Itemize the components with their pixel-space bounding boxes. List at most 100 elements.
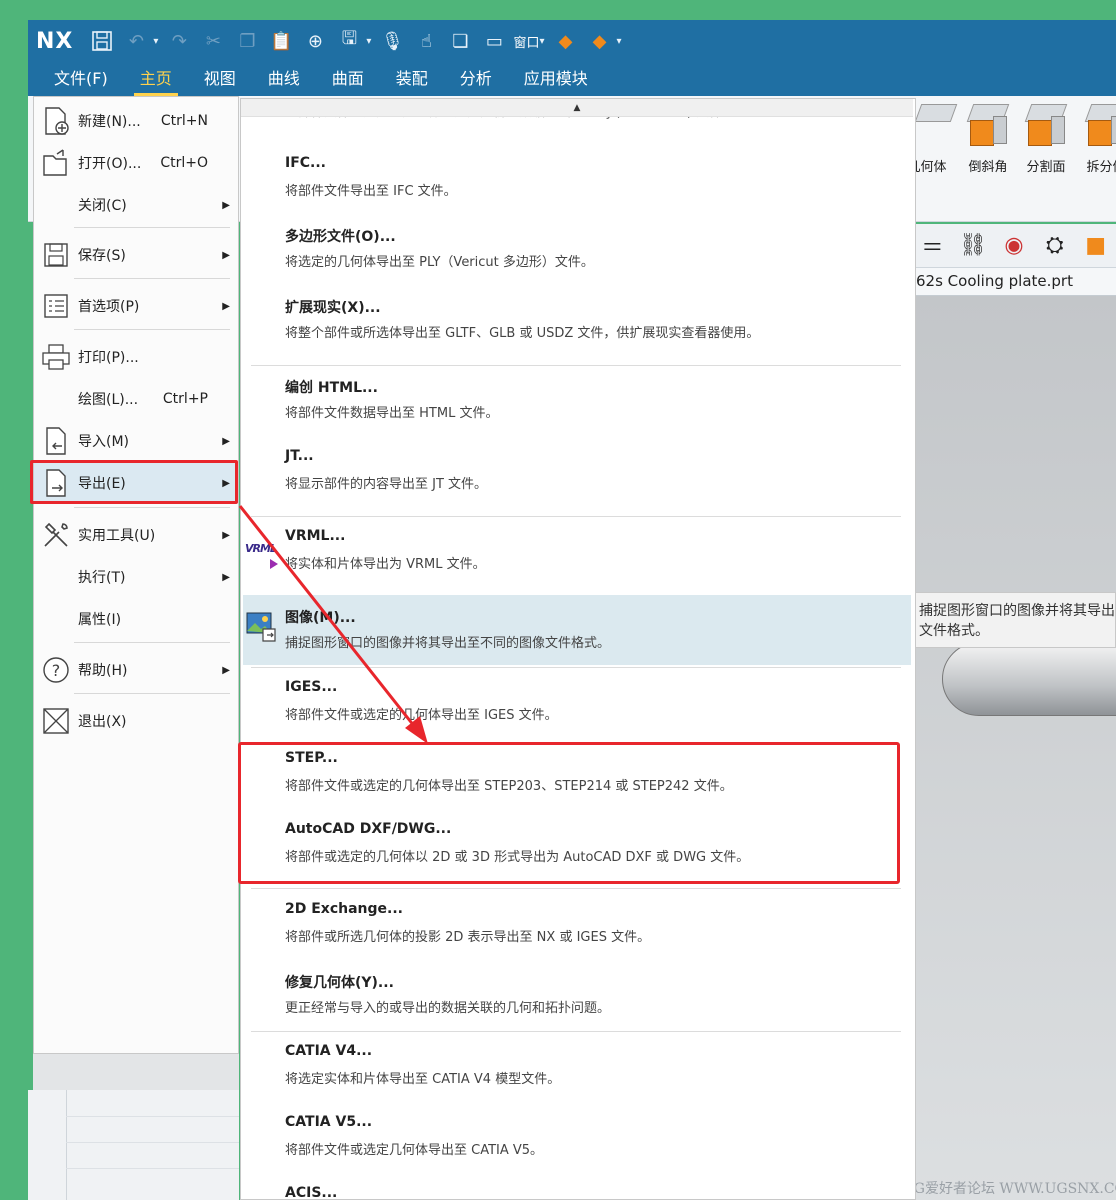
ribbon-tabs: 文件(F) 主页 视图 曲线 曲面 装配 分析 应用模块 [28, 62, 1116, 96]
tab-view[interactable]: 视图 [188, 65, 252, 96]
import-icon [38, 423, 74, 459]
part-icon[interactable]: ◆ [586, 28, 612, 54]
part-close-icon[interactable]: ◆ [552, 28, 578, 54]
menu-item-label: 打印(P)... [78, 350, 139, 366]
ribbon-geometry-button[interactable]: 几何体 [908, 104, 964, 175]
export-item-desc: 将选定的几何体导出至 PLY（Vericut 多边形）文件。 [285, 255, 594, 270]
tab-curve[interactable]: 曲线 [252, 65, 316, 96]
export-item-repair-geometry[interactable]: 修复几何体(Y)... 更正经常与导入的或导出的数据关联的几何和拓扑问题。 [241, 960, 915, 1030]
file-menu-footer [33, 1053, 239, 1090]
export-item-xr[interactable]: 扩展现实(X)... 将整个部件或所选体导出至 GLTF、GLB 或 USDZ … [241, 285, 915, 355]
touch-mode-icon[interactable]: ☝ [413, 28, 439, 54]
chain-icon[interactable]: ⛓ [959, 230, 988, 262]
graphics-window[interactable] [912, 296, 1116, 1200]
tooltip: 捕捉图形窗口的图像并将其导出 文件格式。 [912, 592, 1116, 648]
menu-item-open[interactable]: 打开(O)... Ctrl+O [34, 143, 238, 183]
menu-item-save[interactable]: 保存(S) ▶ [34, 235, 238, 275]
tab-file[interactable]: 文件(F) [28, 65, 124, 96]
tab-surface[interactable]: 曲面 [316, 65, 380, 96]
export-item-acis[interactable]: ACIS... [241, 1173, 915, 1200]
switch-window-icon[interactable]: ❏ [447, 28, 473, 54]
export-item-title: JT... [285, 448, 314, 464]
submenu-arrow-icon: ▶ [222, 249, 230, 261]
tab-analysis[interactable]: 分析 [444, 65, 508, 96]
menu-item-execute[interactable]: 执行(T) ▶ [34, 557, 238, 597]
tab-home[interactable]: 主页 [124, 65, 188, 96]
scroll-up-button[interactable]: ▲ [241, 99, 913, 117]
export-item-2d-exchange[interactable]: 2D Exchange... 将部件或所选几何体的投影 2D 表示导出至 NX … [241, 889, 915, 959]
export-item-ifc[interactable]: IFC... 将部件文件导出至 IFC 文件。 [241, 143, 915, 213]
cut-icon[interactable]: ✂ [200, 28, 226, 54]
menu-item-plot[interactable]: 绘图(L)... Ctrl+P [34, 379, 238, 419]
menu-item-utilities[interactable]: 实用工具(U) ▶ [34, 515, 238, 555]
export-item-iges[interactable]: IGES... 将部件文件或选定的几何体导出至 IGES 文件。 [241, 667, 915, 737]
menu-item-label: 退出(X) [78, 714, 127, 730]
menu-item-new[interactable]: 新建(N)... Ctrl+N [34, 101, 238, 141]
part-file-tab[interactable]: 62s Cooling plate.prt [912, 268, 1116, 296]
title-bar: NX ↶ ▾ ↷ ✂ ❐ 📋 ⊕ 🖫 ▾ 🎙 ☝ ❏ ▭ 窗口 ▾ ◆ ◆ ▾ [28, 20, 1116, 62]
bolt-icon[interactable]: ⛭ [1040, 230, 1069, 262]
exit-icon [38, 703, 74, 739]
export-item-vrml[interactable]: VRML VRML... 将实体和片体导出为 VRML 文件。 [241, 516, 915, 586]
export-item-desc: 将整个部件或所选体导出至 GLTF、GLB 或 USDZ 文件，供扩展现实查看器… [285, 326, 760, 341]
ribbon-split-body-label: 拆分体 [1086, 160, 1116, 175]
color-part-icon[interactable]: ◉ [1000, 230, 1029, 262]
redo-icon[interactable]: ↷ [166, 28, 192, 54]
copy-icon[interactable]: ❐ [234, 28, 260, 54]
tooltip-line-2: 文件格式。 [919, 623, 989, 639]
save-as-icon[interactable]: 🖫 [336, 28, 362, 54]
repeat-command-icon[interactable]: ⊕ [302, 28, 328, 54]
export-item-catia-v4[interactable]: CATIA V4... 将选定实体和片体导出至 CATIA V4 模型文件。 [241, 1031, 915, 1101]
tab-applications[interactable]: 应用模块 [508, 65, 604, 96]
help-icon: ? [38, 652, 74, 688]
secondary-toolbar: ＝ ⛓ ◉ ⛭ ■ [912, 224, 1116, 268]
paste-icon[interactable]: 📋 [268, 28, 294, 54]
menu-item-close[interactable]: 关闭(C) ▶ [34, 185, 238, 225]
ribbon-split-body-button[interactable]: 拆分体 [1076, 104, 1116, 175]
export-item-title: IGES... [285, 679, 338, 695]
window-icon[interactable]: ▭ [481, 28, 507, 54]
export-item-title: CATIA V4... [285, 1043, 373, 1059]
export-item-html[interactable]: 编创 HTML... 将部件文件数据导出至 HTML 文件。 [241, 365, 915, 435]
equals-icon[interactable]: ＝ [918, 230, 947, 262]
menu-item-label: 属性(I) [78, 612, 122, 628]
orange-block-icon[interactable]: ■ [1081, 230, 1110, 262]
export-item-catia-v5[interactable]: CATIA V5... 将部件文件或选定几何体导出至 CATIA V5。 [241, 1102, 915, 1172]
menu-item-print[interactable]: 打印(P)... [34, 337, 238, 377]
menu-item-properties[interactable]: 属性(I) [34, 599, 238, 639]
divide-face-icon [1024, 104, 1068, 148]
menu-item-label: 执行(T) [78, 570, 126, 586]
navigator-strip [28, 1090, 239, 1200]
export-item-jt[interactable]: JT... 将显示部件的内容导出至 JT 文件。 [241, 436, 915, 506]
customize-dropdown-icon[interactable]: ▾ [616, 36, 621, 47]
save-dropdown-icon[interactable]: ▾ [366, 36, 371, 47]
window-dropdown-icon[interactable]: ▾ [539, 36, 544, 47]
menu-item-label: 保存(S) [78, 248, 126, 264]
undo-dropdown-icon[interactable]: ▾ [153, 36, 158, 47]
cylinder-model [942, 642, 1116, 716]
save-icon[interactable] [89, 28, 115, 54]
export-item-title: 修复几何体(Y)... [285, 975, 394, 991]
menu-item-shortcut: Ctrl+P [162, 391, 208, 407]
window-menu-label[interactable]: 窗口 [513, 32, 539, 51]
ribbon-chamfer-button[interactable]: 倒斜角 [958, 104, 1018, 175]
export-item-polygon[interactable]: 多边形文件(O)... 将选定的几何体导出至 PLY（Vericut 多边形）文… [241, 214, 915, 284]
tab-assembly[interactable]: 装配 [380, 65, 444, 96]
export-submenu: 将部件文件、选定的几何体或选定分析的数据导出至 OBJ (Wavefront) … [240, 98, 916, 1200]
undo-icon[interactable]: ↶ [123, 28, 149, 54]
menu-item-label: 实用工具(U) [78, 528, 156, 544]
save-icon [38, 237, 74, 273]
export-item-title: CATIA V5... [285, 1114, 373, 1130]
export-item-title: ACIS... [285, 1185, 338, 1200]
open-file-icon [38, 145, 74, 181]
menu-item-import[interactable]: 导入(M) ▶ [34, 421, 238, 461]
menu-item-exit[interactable]: 退出(X) [34, 701, 238, 741]
export-item-desc: 将显示部件的内容导出至 JT 文件。 [285, 477, 488, 492]
menu-item-preferences[interactable]: 首选项(P) ▶ [34, 286, 238, 326]
ribbon-chamfer-label: 倒斜角 [968, 160, 1008, 175]
step-dxf-highlight-box [238, 742, 900, 884]
menu-item-help[interactable]: ? 帮助(H) ▶ [34, 650, 238, 690]
ribbon-divide-face-button[interactable]: 分割面 [1016, 104, 1076, 175]
export-item-image[interactable]: 图像(M)... 捕捉图形窗口的图像并将其导出至不同的图像文件格式。 [243, 595, 911, 665]
microphone-icon[interactable]: 🎙 [379, 28, 405, 54]
